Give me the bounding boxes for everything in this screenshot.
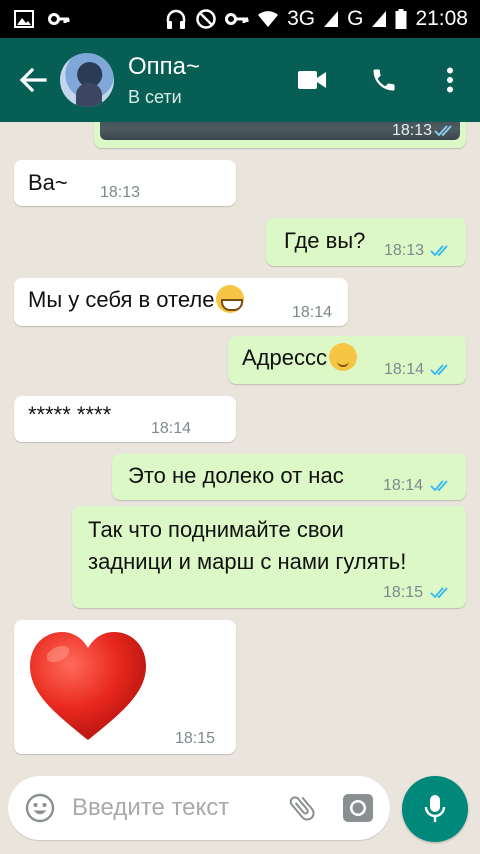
outgoing-message[interactable]: Где вы? 18:13: [266, 218, 466, 266]
do-not-disturb-icon: [195, 8, 217, 30]
message-text: Мы у себя в отеле: [28, 287, 215, 312]
wifi-icon: [257, 10, 279, 28]
message-text-line-1: Так что поднимайте свои: [88, 517, 344, 542]
message-time: 18:15: [175, 730, 216, 747]
videocam-icon: [298, 71, 326, 89]
double-check-icon: [434, 125, 452, 137]
battery-icon: [395, 9, 407, 29]
paperclip-icon: [289, 796, 315, 821]
message-time: 18:14: [292, 304, 333, 321]
message-time: 18:15: [383, 584, 424, 601]
message-text: ***** ****: [28, 402, 112, 427]
camera-icon: [343, 794, 373, 822]
message-time: 18:13: [384, 242, 425, 259]
voice-record-button[interactable]: [402, 776, 468, 842]
vpn-key-icon: [225, 12, 249, 26]
grinning-face-emoji: [216, 285, 245, 313]
message-time: 18:13: [391, 122, 432, 139]
attach-button[interactable]: [274, 776, 330, 840]
message-text: Адрессс: [242, 345, 327, 370]
outgoing-message[interactable]: Адрессс 18:14: [228, 336, 466, 384]
contact-avatar[interactable]: [60, 53, 114, 107]
incoming-message[interactable]: Ва~ 18:13: [14, 160, 236, 206]
message-time: 18:14: [384, 361, 425, 378]
headset-icon: [165, 8, 187, 30]
smiling-face-emoji: [328, 343, 357, 371]
camera-button[interactable]: [330, 776, 386, 840]
message-list[interactable]: 18:13 Ва~ 18:13 Где вы? 18:13 Мы у себя …: [0, 122, 480, 762]
message-text: Где вы?: [284, 228, 366, 253]
more-vert-icon: [447, 67, 453, 93]
outgoing-message[interactable]: Так что поднимайте свои задници и марш с…: [72, 506, 466, 608]
voice-call-button[interactable]: [348, 38, 420, 122]
back-button[interactable]: [10, 38, 56, 122]
input-bar: [0, 762, 480, 854]
image-message[interactable]: 18:13: [94, 122, 466, 148]
red-heart-sticker: [30, 632, 146, 740]
emoji-icon: [25, 793, 55, 823]
message-time: 18:13: [100, 184, 141, 201]
clock: 21:08: [415, 7, 468, 30]
double-check-icon: [430, 587, 448, 599]
status-bar: 3G G 21:08: [0, 0, 480, 38]
sticker-message[interactable]: 18:15: [14, 620, 236, 754]
video-call-button[interactable]: [276, 38, 348, 122]
phone-icon: [373, 69, 395, 91]
outgoing-message[interactable]: Это не долеко от нас 18:14: [112, 454, 466, 500]
contact-status: В сети: [128, 86, 182, 107]
signal-icon-2: [371, 10, 387, 28]
signal-icon: [323, 10, 339, 28]
message-time: 18:14: [151, 420, 192, 437]
arrow-left-icon: [19, 67, 47, 93]
message-text: Ва~: [28, 170, 68, 195]
microphone-icon: [424, 795, 446, 822]
more-options-button[interactable]: [420, 38, 480, 122]
message-input[interactable]: [72, 794, 268, 822]
message-text: Это не долеко от нас: [128, 463, 344, 488]
contact-name: Оппа~: [128, 52, 201, 80]
double-check-icon: [430, 364, 448, 376]
network-type-g: G: [347, 7, 364, 30]
double-check-icon: [430, 480, 448, 492]
emoji-button[interactable]: [8, 776, 72, 840]
double-check-icon: [430, 245, 448, 257]
message-time: 18:14: [383, 477, 424, 494]
incoming-message[interactable]: ***** **** 18:14: [14, 396, 236, 442]
gallery-notification-icon: [14, 10, 34, 28]
message-composer[interactable]: [8, 776, 390, 840]
contact-info[interactable]: Оппа~ В сети: [128, 53, 200, 108]
chat-header: Оппа~ В сети: [0, 38, 480, 122]
network-type-3g: 3G: [287, 7, 316, 30]
incoming-message[interactable]: Мы у себя в отеле 18:14: [14, 278, 348, 326]
message-text-line-2: задници и марш с нами гулять!: [88, 549, 407, 574]
key-notification-icon: [48, 12, 70, 26]
